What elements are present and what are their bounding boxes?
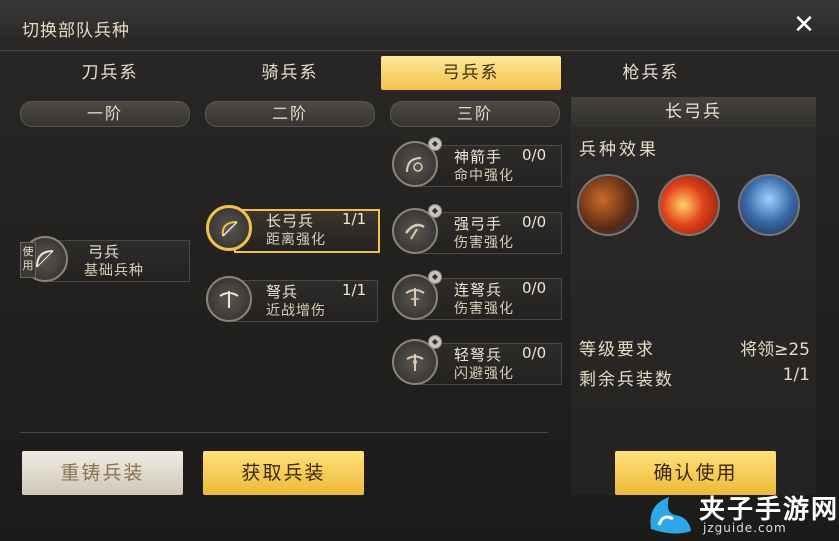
in-use-tag: 使用 (20, 242, 36, 278)
switch-troop-dialog: 切换部队兵种 ✕ 刀兵系 骑兵系 弓兵系 枪兵系 一阶 二阶 三阶 使用 弓兵 … (0, 0, 839, 541)
skill-armored-warrior-icon[interactable] (738, 174, 800, 236)
troop-node-strongbow[interactable]: ◆ 强弓手 0/0 伤害强化 (392, 204, 562, 258)
troop-desc: 距离强化 (266, 232, 326, 248)
troop-node-crossbow[interactable]: 弩兵 1/1 近战增伤 (206, 276, 378, 326)
troop-name: 长弓兵 (266, 212, 315, 230)
troop-desc: 近战增伤 (266, 303, 326, 319)
troop-name: 神箭手 (454, 148, 503, 166)
tab-cavalry[interactable]: 骑兵系 (200, 56, 380, 90)
repeater-crossbow-icon (405, 288, 425, 306)
level-req-value: 将领≥25 (740, 340, 810, 360)
level-req-label: 等级要求 (579, 340, 655, 360)
troop-name: 强弓手 (454, 215, 503, 233)
reforge-button[interactable]: 重铸兵装 (22, 451, 183, 495)
close-icon[interactable]: ✕ (791, 12, 817, 38)
watermark: 夹子手游网 jzguide.com (641, 487, 839, 541)
troop-name: 弩兵 (266, 283, 299, 301)
bow-icon (36, 250, 54, 268)
crossbow-icon (219, 291, 239, 308)
troop-node-longbow[interactable]: 长弓兵 1/1 距离强化 (206, 205, 380, 255)
longbow-icon (221, 221, 238, 237)
troop-desc: 伤害强化 (454, 301, 514, 317)
dialog-title: 切换部队兵种 (22, 21, 130, 41)
troop-name: 轻弩兵 (454, 346, 503, 364)
strongbow-icon (405, 223, 425, 240)
watermark-logo-icon (650, 497, 691, 534)
divider (20, 432, 548, 433)
troop-count: 0/0 (522, 146, 547, 164)
troop-icon-circle (206, 205, 252, 251)
skill-archer-portrait-icon[interactable] (577, 174, 639, 236)
target-bow-icon (406, 157, 423, 173)
troop-desc: 命中强化 (454, 168, 514, 184)
lock-icon: ◆ (428, 137, 442, 151)
troop-count: 0/0 (522, 279, 547, 297)
tier-1-header: 一阶 (20, 101, 190, 127)
obtain-equipment-button[interactable]: 获取兵装 (203, 451, 364, 495)
tab-spear[interactable]: 枪兵系 (561, 56, 741, 90)
troop-node-archer[interactable]: 使用 弓兵 基础兵种 (20, 236, 190, 286)
troop-count: 1/1 (342, 281, 367, 299)
tab-archer[interactable]: 弓兵系 (381, 56, 561, 90)
tier-3-header: 三阶 (390, 101, 560, 127)
effects-label: 兵种效果 (579, 140, 659, 160)
troop-detail-panel: 长弓兵 兵种效果 等级要求 将领≥25 剩余兵装数 1/1 (571, 97, 816, 495)
tier-2-header: 二阶 (205, 101, 375, 127)
tab-blade[interactable]: 刀兵系 (20, 56, 200, 90)
troop-desc: 伤害强化 (454, 235, 514, 251)
light-crossbow-icon (406, 354, 424, 371)
lock-icon: ◆ (428, 270, 442, 284)
remaining-value: 1/1 (782, 365, 810, 385)
troop-node-marksman[interactable]: ◆ 神箭手 0/0 命中强化 (392, 137, 562, 191)
skill-fire-slash-icon[interactable] (658, 174, 720, 236)
title-bar: 切换部队兵种 ✕ (0, 0, 839, 51)
watermark-url: jzguide.com (703, 521, 787, 535)
troop-count: 0/0 (522, 344, 547, 362)
remaining-label: 剩余兵装数 (579, 370, 674, 390)
troop-icon-circle (206, 276, 252, 322)
lock-icon: ◆ (428, 335, 442, 349)
lock-icon: ◆ (428, 204, 442, 218)
troop-desc: 闪避强化 (454, 366, 514, 382)
troop-count: 1/1 (342, 210, 367, 228)
troop-desc: 基础兵种 (84, 263, 144, 279)
troop-name: 弓兵 (88, 243, 121, 261)
troop-name: 连弩兵 (454, 281, 503, 299)
troop-category-tabs: 刀兵系 骑兵系 弓兵系 枪兵系 (20, 56, 749, 92)
troop-count: 0/0 (522, 213, 547, 231)
detail-title: 长弓兵 (571, 97, 816, 127)
troop-node-light-crossbow[interactable]: ◆ 轻弩兵 0/0 闪避强化 (392, 335, 562, 389)
troop-node-repeater[interactable]: ◆ 连弩兵 0/0 伤害强化 (392, 270, 562, 324)
